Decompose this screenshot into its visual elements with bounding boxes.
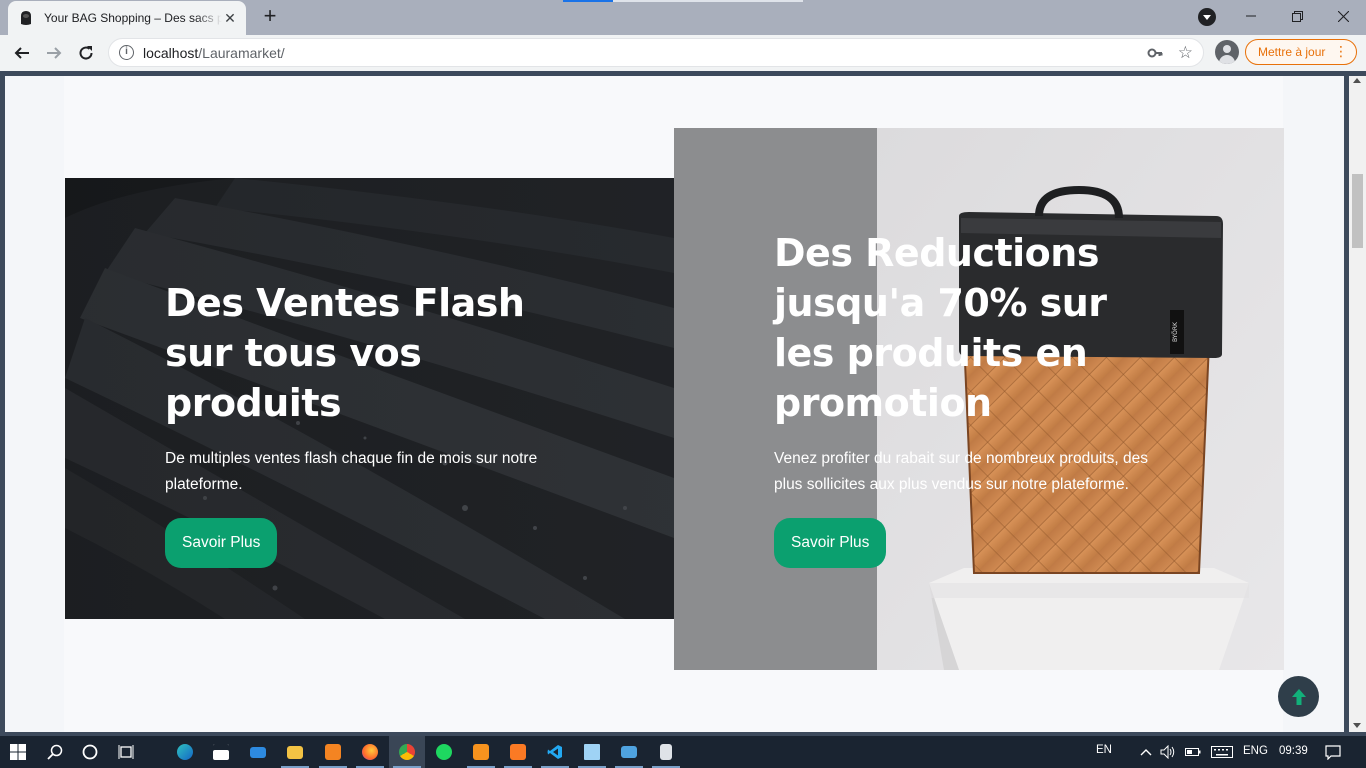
- chrome-icon[interactable]: [389, 736, 425, 768]
- flash-sale-title: Des Ventes Flash sur tous vos produits: [165, 281, 525, 425]
- notifications-icon[interactable]: [1318, 736, 1348, 768]
- language-indicator-short[interactable]: EN: [1096, 744, 1112, 756]
- new-tab-icon[interactable]: +: [259, 5, 281, 28]
- address-bar[interactable]: i localhost/Lauramarket/ ☆: [108, 38, 1204, 67]
- sublime-text-icon[interactable]: [315, 736, 351, 768]
- browser-toolbar: i localhost/Lauramarket/ ☆ Mettre à jour…: [0, 35, 1366, 71]
- promotion-more-button[interactable]: Savoir Plus: [774, 518, 887, 568]
- menu-dots-icon: ⋮: [1334, 43, 1348, 59]
- edge-browser-icon[interactable]: [167, 736, 203, 768]
- page-viewport: Des Ventes Flash sur tous vos produits D…: [5, 76, 1344, 732]
- flash-sale-more-button[interactable]: Savoir Plus: [165, 518, 278, 568]
- close-tab-icon[interactable]: ✕: [222, 10, 238, 26]
- flash-sale-content: Des Ventes Flash sur tous vos produits D…: [165, 278, 585, 568]
- vscode-icon[interactable]: [537, 736, 573, 768]
- volume-icon[interactable]: [1157, 736, 1179, 768]
- firefox-icon[interactable]: [352, 736, 388, 768]
- scrollbar-thumb[interactable]: [1352, 174, 1363, 248]
- url-path: /Lauramarket/: [198, 45, 285, 61]
- bag-favicon-icon: [21, 11, 31, 25]
- windows-start-icon[interactable]: [0, 736, 36, 768]
- update-label: Mettre à jour: [1258, 45, 1326, 59]
- promotion-description: Venez profiter du rabait sur de nombreux…: [774, 450, 1148, 493]
- browser-tab[interactable]: Your BAG Shopping – Des sacs pour tous ✕: [8, 1, 246, 35]
- mail-icon[interactable]: [240, 736, 276, 768]
- site-info-icon[interactable]: i: [119, 45, 134, 60]
- xampp-icon[interactable]: [500, 736, 536, 768]
- calculator-icon[interactable]: [648, 736, 684, 768]
- url-text[interactable]: localhost/Lauramarket/: [143, 45, 285, 61]
- spotify-icon[interactable]: [426, 736, 462, 768]
- scroll-down-arrow-icon[interactable]: [1353, 723, 1361, 728]
- task-view-icon[interactable]: [108, 736, 144, 768]
- file-explorer-icon[interactable]: [277, 736, 313, 768]
- url-host: localhost: [143, 45, 199, 61]
- tab-search-icon[interactable]: [1198, 8, 1216, 26]
- windows-taskbar: EN ENG 09:39: [0, 736, 1366, 768]
- minimize-icon[interactable]: [1228, 0, 1274, 32]
- store-icon[interactable]: [203, 736, 239, 768]
- page-scrollbar[interactable]: [1349, 76, 1366, 732]
- search-icon[interactable]: [37, 736, 73, 768]
- promotion-card: BYÖRK Des Reductions jusqu'a 70% sur les…: [674, 128, 1284, 670]
- notepad-icon[interactable]: [574, 736, 610, 768]
- reload-icon[interactable]: [72, 39, 100, 67]
- bookmark-star-icon[interactable]: ☆: [1178, 43, 1193, 63]
- tray-chevron-icon[interactable]: [1135, 736, 1157, 768]
- flash-sale-card: Des Ventes Flash sur tous vos produits D…: [65, 178, 674, 619]
- arrow-up-icon: [1291, 688, 1306, 705]
- tab-title: Your BAG Shopping – Des sacs pour tous: [44, 11, 222, 25]
- cortana-icon[interactable]: [72, 736, 108, 768]
- language-indicator[interactable]: ENG: [1243, 745, 1268, 757]
- key-icon[interactable]: [1147, 45, 1163, 66]
- clock-time[interactable]: 09:39: [1279, 745, 1308, 757]
- git-client-icon[interactable]: [463, 736, 499, 768]
- restore-icon[interactable]: [1274, 0, 1320, 32]
- promotion-title: Des Reductions jusqu'a 70% sur les produ…: [774, 231, 1107, 425]
- scroll-up-arrow-icon[interactable]: [1353, 78, 1361, 83]
- profile-avatar-icon[interactable]: [1215, 40, 1239, 64]
- update-browser-button[interactable]: Mettre à jour ⋮: [1245, 39, 1357, 65]
- loading-indicator-track: [613, 0, 803, 2]
- loading-indicator: [563, 0, 613, 2]
- close-window-icon[interactable]: [1320, 0, 1366, 32]
- keyboard-icon[interactable]: [1208, 736, 1236, 768]
- battery-icon[interactable]: [1182, 736, 1204, 768]
- forward-arrow-icon[interactable]: [40, 39, 68, 67]
- app-window-icon[interactable]: [611, 736, 647, 768]
- browser-titlebar: Your BAG Shopping – Des sacs pour tous ✕…: [0, 0, 1366, 35]
- promotion-content: Des Reductions jusqu'a 70% sur les produ…: [774, 228, 1174, 568]
- flash-sale-description: De multiples ventes flash chaque fin de …: [165, 450, 538, 493]
- back-arrow-icon[interactable]: [8, 39, 36, 67]
- scroll-to-top-button[interactable]: [1278, 676, 1319, 717]
